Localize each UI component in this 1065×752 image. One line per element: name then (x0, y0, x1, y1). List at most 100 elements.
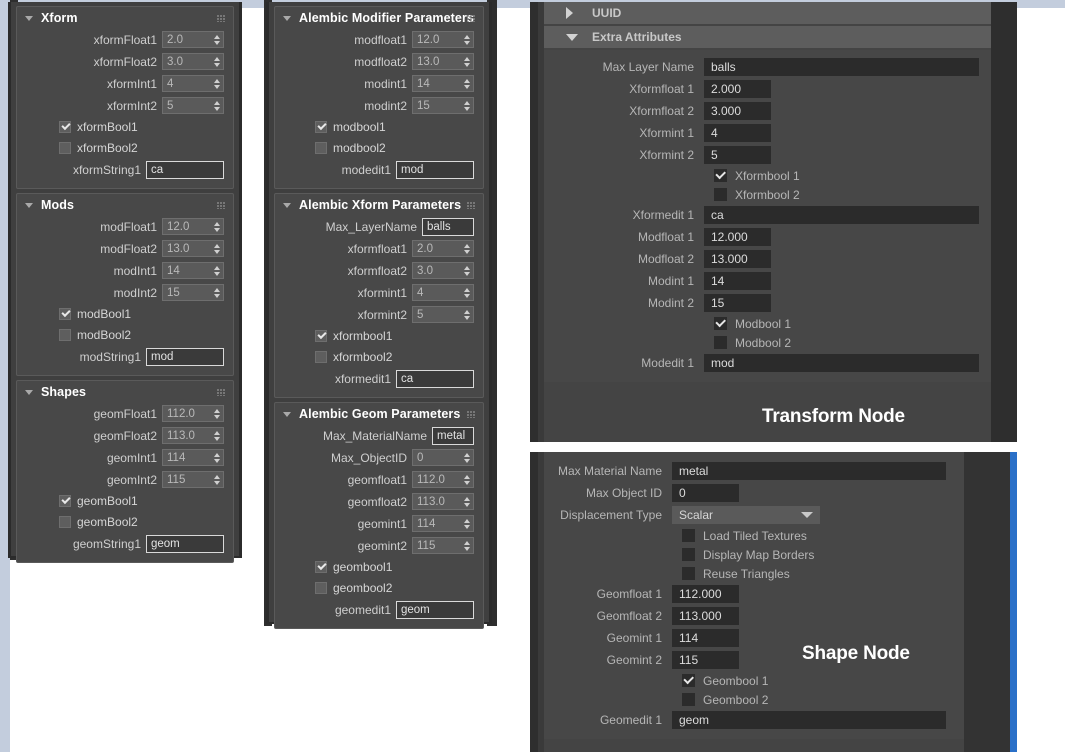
text-input[interactable]: geom (396, 600, 474, 619)
chevron-down-icon[interactable] (283, 411, 291, 417)
checkbox-checked-icon[interactable] (59, 121, 71, 133)
spinner-arrows-icon[interactable] (210, 472, 223, 487)
checkbox-row[interactable]: modBool1 (17, 304, 233, 324)
attribute-checkbox-row[interactable]: Reuse Triangles (544, 564, 964, 583)
attribute-input[interactable]: ca (704, 206, 979, 224)
text-input[interactable]: balls (422, 217, 474, 236)
rollout-header[interactable]: Alembic Geom Parameters (275, 403, 483, 425)
numeric-spinner[interactable]: 2.0 (162, 31, 224, 48)
attribute-checkbox-row[interactable]: Xformbool 1 (544, 166, 991, 185)
attribute-input[interactable]: 5 (704, 146, 771, 164)
checkbox-row[interactable]: modbool1 (275, 117, 483, 137)
rollout-header[interactable]: Mods (17, 194, 233, 216)
attribute-checkbox-row[interactable]: Modbool 1 (544, 314, 991, 333)
checkbox-row[interactable]: modBool2 (17, 325, 233, 345)
spinner-arrows-icon[interactable] (460, 538, 473, 553)
section-header[interactable]: UUID (544, 2, 991, 24)
rollout-header[interactable]: Alembic Modifier Parameters (275, 7, 483, 29)
spinner-arrows-icon[interactable] (460, 307, 473, 322)
spinner-arrows-icon[interactable] (460, 32, 473, 47)
rollout-header[interactable]: Shapes (17, 381, 233, 403)
checkbox-checked-icon[interactable] (714, 169, 727, 182)
numeric-spinner[interactable]: 0 (412, 449, 474, 466)
numeric-spinner[interactable]: 5 (162, 97, 224, 114)
text-input[interactable]: ca (396, 369, 474, 388)
chevron-down-icon[interactable] (25, 202, 33, 208)
checkbox-row[interactable]: xformbool1 (275, 326, 483, 346)
numeric-spinner[interactable]: 112.0 (412, 471, 474, 488)
checkbox-unchecked-icon[interactable] (59, 142, 71, 154)
text-input[interactable]: mod (396, 160, 474, 179)
attribute-input[interactable]: 2.000 (704, 80, 771, 98)
chevron-down-icon[interactable] (566, 33, 578, 41)
rollout-header[interactable]: Alembic Xform Parameters (275, 194, 483, 216)
spinner-arrows-icon[interactable] (460, 98, 473, 113)
checkbox-row[interactable]: geombool2 (275, 578, 483, 598)
text-input[interactable]: ca (146, 160, 224, 179)
drag-grip-icon[interactable] (217, 202, 225, 209)
displacement-type-dropdown[interactable]: Scalar (672, 506, 820, 524)
checkbox-unchecked-icon[interactable] (315, 142, 327, 154)
attribute-input[interactable]: 14 (704, 272, 771, 290)
checkbox-checked-icon[interactable] (315, 121, 327, 133)
checkbox-checked-icon[interactable] (59, 308, 71, 320)
attribute-input[interactable]: 113.000 (672, 607, 739, 625)
checkbox-unchecked-icon[interactable] (315, 351, 327, 363)
attribute-input[interactable]: 12.000 (704, 228, 771, 246)
spinner-arrows-icon[interactable] (460, 285, 473, 300)
attribute-input[interactable]: 114 (672, 629, 739, 647)
checkbox-checked-icon[interactable] (315, 330, 327, 342)
chevron-down-icon[interactable] (283, 15, 291, 21)
checkbox-unchecked-icon[interactable] (714, 336, 727, 349)
numeric-spinner[interactable]: 3.0 (162, 53, 224, 70)
spinner-arrows-icon[interactable] (210, 32, 223, 47)
chevron-down-icon[interactable] (801, 512, 813, 518)
spinner-arrows-icon[interactable] (460, 494, 473, 509)
numeric-spinner[interactable]: 113.0 (412, 493, 474, 510)
spinner-arrows-icon[interactable] (460, 76, 473, 91)
checkbox-unchecked-icon[interactable] (682, 693, 695, 706)
checkbox-checked-icon[interactable] (59, 495, 71, 507)
numeric-spinner[interactable]: 4 (162, 75, 224, 92)
numeric-spinner[interactable]: 12.0 (412, 31, 474, 48)
numeric-spinner[interactable]: 115 (162, 471, 224, 488)
numeric-spinner[interactable]: 14 (412, 75, 474, 92)
checkbox-checked-icon[interactable] (315, 561, 327, 573)
attribute-input[interactable]: 4 (704, 124, 771, 142)
spinner-arrows-icon[interactable] (210, 406, 223, 421)
attribute-input[interactable]: balls (704, 58, 979, 76)
drag-grip-icon[interactable] (467, 202, 475, 209)
checkbox-row[interactable]: xformBool1 (17, 117, 233, 137)
attribute-input[interactable]: mod (704, 354, 979, 372)
checkbox-unchecked-icon[interactable] (714, 188, 727, 201)
numeric-spinner[interactable]: 3.0 (412, 262, 474, 279)
spinner-arrows-icon[interactable] (460, 241, 473, 256)
checkbox-unchecked-icon[interactable] (59, 329, 71, 341)
checkbox-row[interactable]: xformBool2 (17, 138, 233, 158)
chevron-down-icon[interactable] (283, 202, 291, 208)
attribute-checkbox-row[interactable]: Display Map Borders (544, 545, 964, 564)
attribute-input[interactable]: 0 (672, 484, 739, 502)
drag-grip-icon[interactable] (467, 411, 475, 418)
numeric-spinner[interactable]: 114 (412, 515, 474, 532)
shape-panel-vertical-scrollbar[interactable] (1010, 452, 1017, 752)
checkbox-row[interactable]: modbool2 (275, 138, 483, 158)
numeric-spinner[interactable]: 114 (162, 449, 224, 466)
drag-grip-icon[interactable] (217, 15, 225, 22)
attribute-input[interactable]: 15 (704, 294, 771, 312)
spinner-arrows-icon[interactable] (210, 263, 223, 278)
checkbox-row[interactable]: geomBool2 (17, 512, 233, 532)
spinner-arrows-icon[interactable] (460, 54, 473, 69)
spinner-arrows-icon[interactable] (460, 472, 473, 487)
spinner-arrows-icon[interactable] (210, 219, 223, 234)
attribute-checkbox-row[interactable]: Geombool 2 (544, 690, 964, 709)
spinner-arrows-icon[interactable] (210, 450, 223, 465)
chevron-right-icon[interactable] (566, 7, 573, 19)
chevron-down-icon[interactable] (25, 15, 33, 21)
attribute-input[interactable]: metal (672, 462, 946, 480)
attribute-input[interactable]: 3.000 (704, 102, 771, 120)
section-header[interactable]: Extra Attributes (544, 26, 991, 48)
attribute-input[interactable]: 13.000 (704, 250, 771, 268)
numeric-spinner[interactable]: 2.0 (412, 240, 474, 257)
drag-grip-icon[interactable] (217, 389, 225, 396)
